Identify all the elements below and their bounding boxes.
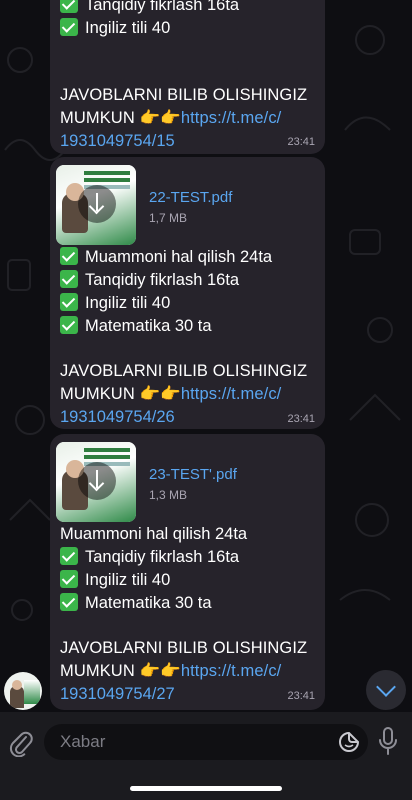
message-link-line2: 1931049754/27	[60, 683, 175, 706]
check-emoji-icon	[60, 593, 78, 611]
file-name[interactable]: 23-TEST'.pdf	[149, 466, 237, 483]
file-attachment[interactable]: 23-TEST'.pdf 1,3 MB	[56, 442, 316, 522]
message-link[interactable]: https://t.me/c/	[181, 109, 282, 127]
file-name[interactable]: 22-TEST.pdf	[149, 189, 232, 206]
paperclip-icon[interactable]	[9, 729, 33, 757]
message-link-cont[interactable]: 1931049754/27	[60, 685, 175, 703]
file-thumbnail[interactable]	[56, 442, 136, 522]
message-cta: JAVOBLARNI BILIB OLISHINGIZ	[60, 86, 308, 104]
message-bubble-2[interactable]: 22-TEST.pdf 1,7 MB Muammoni hal qilish 2…	[50, 157, 325, 429]
sticker-icon[interactable]	[338, 731, 360, 753]
message-line: Tanqidiy fikrlash 16ta	[60, 546, 239, 569]
sender-avatar[interactable]	[4, 672, 42, 710]
message-bubble-1[interactable]: Tanqidiy fikrlash 16ta Ingiliz tili 40 J…	[50, 0, 325, 154]
download-arrow-icon[interactable]	[78, 185, 116, 223]
pointing-emoji-icon: 👉👉	[139, 109, 181, 127]
message-line: Muammoni hal qilish 24ta	[60, 246, 272, 269]
message-time: 23:41	[287, 413, 315, 425]
message-cta-line2: MUMKUN 👉👉https://t.me/c/	[60, 385, 282, 403]
message-line: Tanqidiy fikrlash 16ta	[60, 269, 239, 292]
message-cta: JAVOBLARNI BILIB OLISHINGIZ	[60, 362, 308, 380]
message-cta: JAVOBLARNI BILIB OLISHINGIZ	[60, 639, 308, 657]
message-cta-line2: MUMKUN 👉👉https://t.me/c/	[60, 109, 282, 127]
message-field[interactable]	[44, 724, 368, 760]
message-line: Matematika 30 ta	[60, 592, 212, 615]
file-size: 1,3 MB	[149, 488, 188, 502]
message-cta-line2: MUMKUN 👉👉https://t.me/c/	[60, 662, 282, 680]
scroll-down-button[interactable]	[366, 670, 406, 710]
download-arrow-icon[interactable]	[78, 462, 116, 500]
check-emoji-icon	[60, 316, 78, 334]
message-link-cont[interactable]: 1931049754/26	[60, 408, 175, 426]
message-line: Muammoni hal qilish 24ta	[60, 525, 248, 543]
message-line: Ingiliz tili 40	[60, 17, 170, 40]
check-emoji-icon	[60, 570, 78, 588]
check-emoji-icon	[60, 547, 78, 565]
file-thumbnail[interactable]	[56, 165, 136, 245]
message-link[interactable]: https://t.me/c/	[181, 662, 282, 680]
check-emoji-icon	[60, 293, 78, 311]
message-time: 23:41	[287, 690, 315, 702]
pointing-emoji-icon: 👉👉	[139, 385, 181, 403]
file-size: 1,7 MB	[149, 211, 188, 225]
check-emoji-icon	[60, 247, 78, 265]
message-link[interactable]: https://t.me/c/	[181, 385, 282, 403]
home-indicator	[130, 786, 282, 791]
message-input-bar	[0, 712, 412, 800]
message-line: Ingiliz tili 40	[60, 292, 170, 315]
message-bubble-3[interactable]: 23-TEST'.pdf 1,3 MB Muammoni hal qilish …	[50, 434, 325, 710]
check-emoji-icon	[60, 18, 78, 36]
microphone-icon[interactable]	[378, 726, 398, 756]
message-link-line2: 1931049754/26	[60, 406, 175, 429]
message-line: Matematika 30 ta	[60, 315, 212, 338]
message-line: Ingiliz tili 40	[60, 569, 170, 592]
check-emoji-icon	[60, 0, 78, 13]
message-line: Tanqidiy fikrlash 16ta	[60, 0, 239, 17]
message-time: 23:41	[287, 136, 315, 148]
message-link-cont[interactable]: 1931049754/15	[60, 132, 175, 150]
pointing-emoji-icon: 👉👉	[139, 662, 181, 680]
check-emoji-icon	[60, 270, 78, 288]
message-link-line2: 1931049754/15	[60, 130, 175, 153]
file-attachment[interactable]: 22-TEST.pdf 1,7 MB	[56, 165, 316, 245]
message-input[interactable]	[58, 731, 312, 753]
